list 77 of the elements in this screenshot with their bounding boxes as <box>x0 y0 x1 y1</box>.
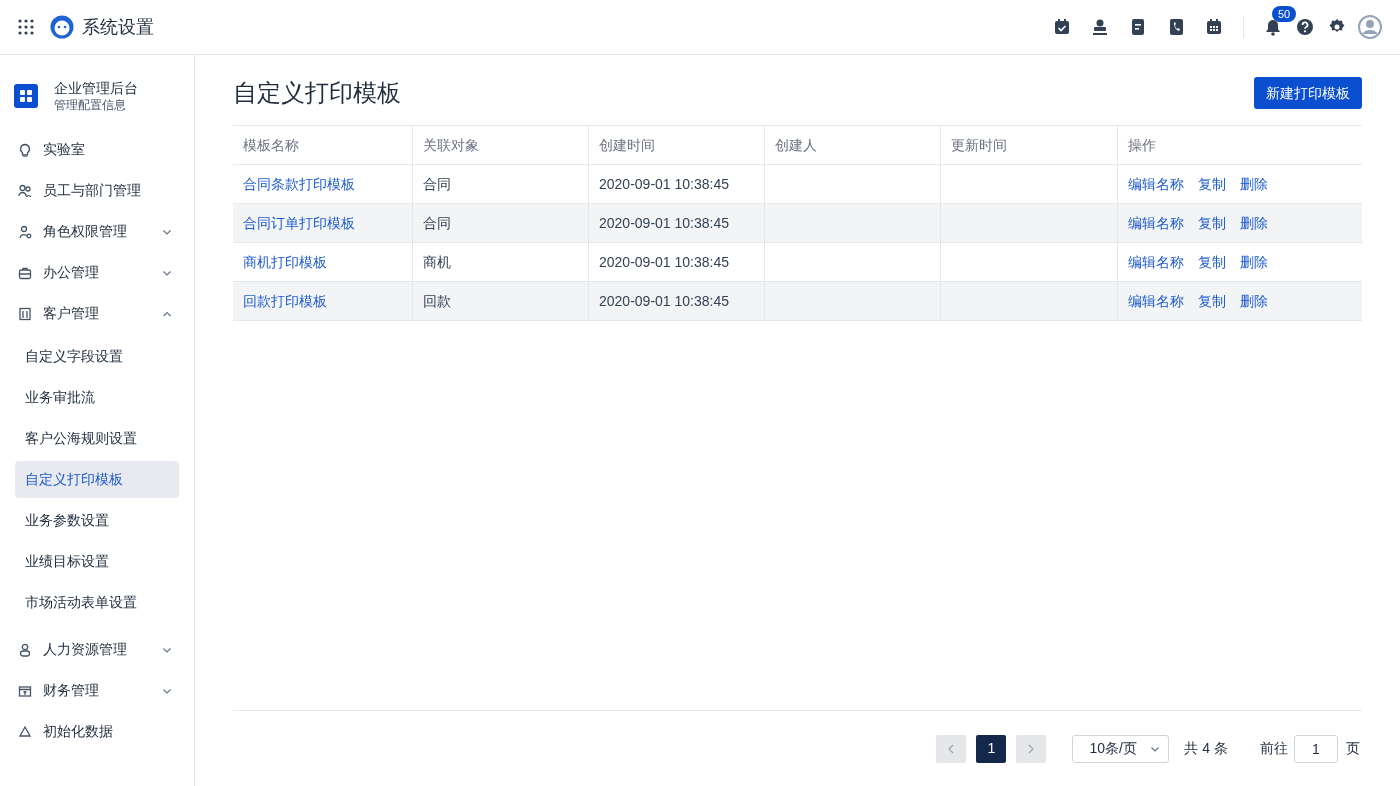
sidebar-subitem[interactable]: 市场活动表单设置 <box>15 584 179 621</box>
new-template-button[interactable]: 新建打印模板 <box>1254 77 1362 109</box>
action-link[interactable]: 删除 <box>1240 290 1268 312</box>
sidebar-subitem[interactable]: 客户公海规则设置 <box>15 420 179 457</box>
page-suffix: 页 <box>1346 739 1360 758</box>
action-link[interactable]: 编辑名称 <box>1128 251 1184 273</box>
user-role-icon <box>18 224 32 239</box>
table-cell-text: 回款 <box>423 291 451 311</box>
bulb-icon <box>18 142 32 157</box>
action-link[interactable]: 编辑名称 <box>1128 173 1184 195</box>
column-header: 模板名称 <box>242 135 300 155</box>
sidebar-item[interactable]: 办公管理 <box>0 252 194 293</box>
sidebar-item[interactable]: 实验室 <box>0 129 194 170</box>
user-icon <box>18 642 32 657</box>
action-link[interactable]: 编辑名称 <box>1128 212 1184 234</box>
column-header: 更新时间 <box>940 126 1117 164</box>
cash-box-icon <box>18 683 32 698</box>
help-icon[interactable] <box>1296 18 1314 36</box>
page-title: 自定义打印模板 <box>233 78 401 108</box>
sidebar-item[interactable]: 初始化数据 <box>0 711 194 752</box>
logo-icon <box>50 15 74 39</box>
calendar-check-icon[interactable] <box>1053 18 1071 36</box>
sidebar-item[interactable]: 员工与部门管理 <box>0 170 194 211</box>
notification-badge: 50 <box>1272 6 1297 22</box>
table-cell-text: 2020-09-01 10:38:45 <box>599 174 729 194</box>
page-input[interactable]: 1 <box>1294 734 1338 763</box>
phone-book-icon[interactable] <box>1167 18 1185 36</box>
table-cell-text: 2020-09-01 10:38:45 <box>599 213 729 233</box>
column-header: 操作 <box>1117 126 1362 164</box>
action-link[interactable]: 删除 <box>1240 212 1268 234</box>
page-button[interactable]: 1 <box>976 734 1007 763</box>
chevron-right-icon <box>1027 743 1036 754</box>
sidebar-item[interactable]: 财务管理 <box>0 670 194 711</box>
action-link[interactable]: 编辑名称 <box>1128 290 1184 312</box>
template-name-link[interactable]: 合同条款打印模板 <box>243 173 355 195</box>
org-title: 企业管理后台 <box>54 79 138 97</box>
app-title: 系统设置 <box>82 15 154 39</box>
action-link[interactable]: 删除 <box>1240 173 1268 195</box>
template-name-link[interactable]: 商机打印模板 <box>243 251 327 273</box>
bell-icon[interactable] <box>1264 18 1282 36</box>
action-link[interactable]: 复制 <box>1198 212 1226 234</box>
sidebar-subitem[interactable]: 业务参数设置 <box>15 502 179 539</box>
column-header: 关联对象 <box>412 126 588 164</box>
action-link[interactable]: 复制 <box>1198 251 1226 273</box>
column-header: 创建人 <box>764 126 940 164</box>
stamp-icon[interactable] <box>1091 18 1109 36</box>
goto-label: 前往 <box>1260 739 1288 758</box>
action-link[interactable]: 复制 <box>1198 173 1226 195</box>
calendar-icon[interactable] <box>1205 18 1223 36</box>
template-name-link[interactable]: 回款打印模板 <box>243 290 327 312</box>
sidebar-item[interactable]: 人力资源管理 <box>0 629 194 670</box>
total-count: 共 4 条 <box>1184 739 1228 758</box>
apps-grid-icon[interactable] <box>18 19 34 35</box>
people-icon <box>18 183 32 198</box>
sidebar-item[interactable]: 客户管理 <box>0 293 194 334</box>
sidebar-item[interactable]: 角色权限管理 <box>0 211 194 252</box>
sidebar-subitem[interactable]: 业务审批流 <box>15 379 179 416</box>
column-header: 创建时间 <box>588 126 764 164</box>
document-icon[interactable] <box>1129 18 1147 36</box>
table-cell-text: 合同 <box>423 213 451 233</box>
table-cell-text: 2020-09-01 10:38:45 <box>599 291 729 311</box>
page-size-select[interactable]: 10条/页 <box>1072 734 1170 763</box>
table-cell-text: 商机 <box>423 252 451 272</box>
sidebar-subitem[interactable]: 自定义字段设置 <box>15 338 179 375</box>
org-subtitle: 管理配置信息 <box>54 97 127 113</box>
action-link[interactable]: 删除 <box>1240 251 1268 273</box>
template-name-link[interactable]: 合同订单打印模板 <box>243 212 355 234</box>
table-cell-text: 2020-09-01 10:38:45 <box>599 252 729 272</box>
table-cell-text: 合同 <box>423 174 451 194</box>
chevron-left-icon <box>947 743 956 754</box>
action-link[interactable]: 复制 <box>1198 290 1226 312</box>
org-icon <box>14 84 38 108</box>
sidebar-subitem[interactable]: 自定义打印模板 <box>15 461 179 498</box>
briefcase-icon <box>18 265 32 280</box>
user-avatar-icon[interactable] <box>1358 15 1382 39</box>
sidebar-subitem[interactable]: 业绩目标设置 <box>15 543 179 580</box>
building-icon <box>18 306 32 321</box>
